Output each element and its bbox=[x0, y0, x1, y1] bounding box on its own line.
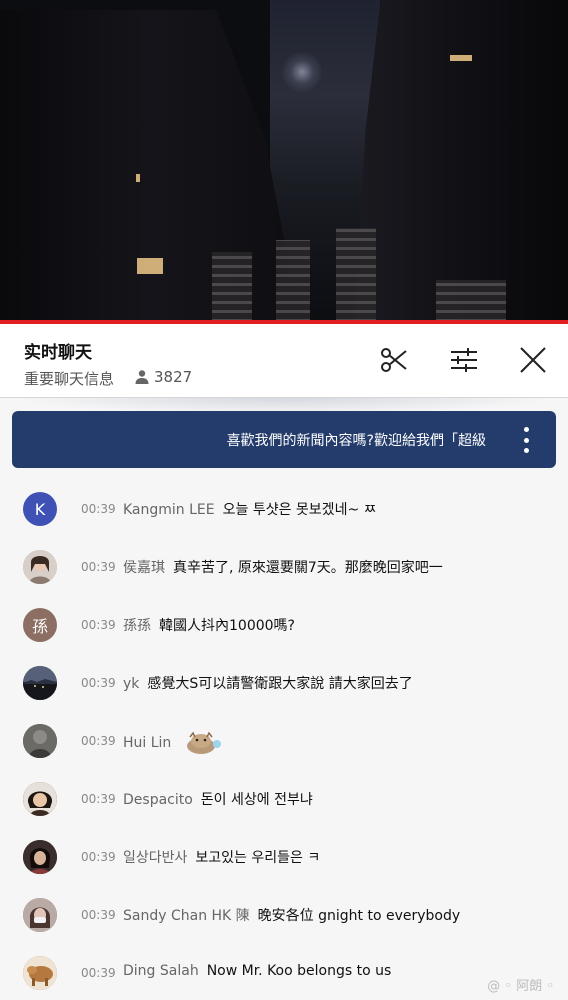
avatar[interactable] bbox=[23, 666, 57, 700]
chat-message: 00:39 Hui Lin bbox=[0, 724, 568, 782]
chat-settings-button[interactable] bbox=[448, 344, 480, 376]
message-time: 00:39 bbox=[81, 560, 116, 574]
message-author[interactable]: Despacito bbox=[123, 792, 193, 808]
message-author[interactable]: 孫孫 bbox=[123, 618, 151, 634]
viewer-count-value: 3827 bbox=[154, 368, 193, 386]
message-text: 晚安各位 gnight to everybody bbox=[257, 908, 461, 924]
avatar-photo bbox=[23, 898, 57, 932]
video-player[interactable] bbox=[0, 0, 568, 322]
message-author[interactable]: yk bbox=[123, 676, 139, 692]
chat-message: 00:39 侯嘉琪 真辛苦了, 原來還要關7天。那麼晚回家吧一 bbox=[0, 550, 568, 608]
message-text: 真辛苦了, 原來還要關7天。那麼晚回家吧一 bbox=[173, 560, 443, 576]
message-author[interactable]: Hui Lin bbox=[123, 735, 171, 751]
banner-text: 喜歡我們的新聞內容嗎?歡迎給我們「超級 bbox=[226, 433, 486, 449]
chat-message: 00:39 Ding Salah Now Mr. Koo belongs to u… bbox=[0, 956, 568, 1000]
message-line: Ding Salah Now Mr. Koo belongs to us bbox=[123, 963, 391, 979]
message-line: Kangmin LEE 오늘 투샷은 못보겠네~ ㅉ bbox=[123, 499, 377, 519]
chat-header: 实时聊天 重要聊天信息 3827 bbox=[0, 324, 568, 398]
video-lit-facade bbox=[276, 240, 310, 322]
sliders-icon bbox=[451, 348, 477, 372]
message-author[interactable]: 侯嘉琪 bbox=[123, 560, 165, 576]
video-window-light bbox=[137, 258, 163, 274]
close-chat-button[interactable] bbox=[517, 344, 549, 376]
viewer-count: 3827 bbox=[134, 368, 192, 386]
close-icon bbox=[520, 347, 546, 373]
avatar[interactable]: K bbox=[23, 492, 57, 526]
message-author[interactable]: Kangmin LEE bbox=[123, 502, 215, 518]
chat-message: 00:39 Sandy Chan HK 陳晚安各位 gnight to ever… bbox=[0, 898, 568, 956]
message-text: 보고있는 우리들은 ㅋ bbox=[195, 850, 321, 866]
message-time: 00:39 bbox=[81, 966, 116, 980]
message-time: 00:39 bbox=[81, 792, 116, 806]
message-author[interactable]: Sandy Chan HK 陳 bbox=[123, 908, 250, 924]
message-time: 00:39 bbox=[81, 502, 116, 516]
message-line: 孫孫 韓國人抖內10000嗎? bbox=[123, 615, 295, 635]
more-vertical-icon[interactable] bbox=[514, 427, 538, 453]
chat-message: 00:39 yk 感覺大S可以請警衛跟大家說 請大家回去了 bbox=[0, 666, 568, 724]
video-lit-facade bbox=[436, 280, 506, 322]
avatar-photo bbox=[23, 956, 57, 990]
video-building-left bbox=[0, 10, 300, 322]
message-text: 韓國人抖內10000嗎? bbox=[159, 618, 295, 634]
message-text: Now Mr. Koo belongs to us bbox=[206, 963, 392, 979]
avatar[interactable] bbox=[23, 782, 57, 816]
message-text: 오늘 투샷은 못보겠네~ ㅉ bbox=[222, 502, 377, 518]
avatar[interactable] bbox=[23, 898, 57, 932]
avatar[interactable] bbox=[23, 724, 57, 758]
message-time: 00:39 bbox=[81, 618, 116, 632]
avatar-photo bbox=[23, 550, 57, 584]
message-line: Despacito 돈이 세상에 전부냐 bbox=[123, 789, 313, 809]
video-lit-facade bbox=[212, 252, 252, 322]
avatar-photo bbox=[23, 666, 57, 700]
message-line: Sandy Chan HK 陳晚安各位 gnight to everybody bbox=[123, 905, 460, 925]
message-time: 00:39 bbox=[81, 908, 116, 922]
chat-message: 00:39 일상다반사 보고있는 우리들은 ㅋ bbox=[0, 840, 568, 898]
avatar-initial: K bbox=[34, 499, 46, 519]
message-time: 00:39 bbox=[81, 676, 116, 690]
chat-mode-selector[interactable]: 重要聊天信息 bbox=[24, 368, 114, 389]
chat-title: 实时聊天 bbox=[24, 343, 92, 363]
avatar[interactable]: 孫 bbox=[23, 608, 57, 642]
chat-message: 00:39 Despacito 돈이 세상에 전부냐 bbox=[0, 782, 568, 840]
message-line: 侯嘉琪 真辛苦了, 原來還要關7天。那麼晚回家吧一 bbox=[123, 557, 443, 577]
video-lit-facade bbox=[336, 228, 376, 322]
message-author[interactable]: Ding Salah bbox=[123, 963, 199, 979]
message-time: 00:39 bbox=[81, 734, 116, 748]
avatar[interactable] bbox=[23, 956, 57, 990]
video-window-light bbox=[450, 55, 472, 61]
message-time: 00:39 bbox=[81, 850, 116, 864]
watermark: @ ◦ 阿朗 ◦ bbox=[487, 979, 554, 994]
message-author[interactable]: 일상다반사 bbox=[123, 850, 187, 866]
video-building-right bbox=[355, 0, 568, 322]
avatar[interactable] bbox=[23, 840, 57, 874]
message-line: Hui Lin bbox=[123, 731, 222, 755]
sticker-icon bbox=[186, 731, 221, 754]
scissors-icon bbox=[381, 348, 407, 372]
chat-message: K 00:39 Kangmin LEE 오늘 투샷은 못보겠네~ ㅉ bbox=[0, 492, 568, 550]
message-line: 일상다반사 보고있는 우리들은 ㅋ bbox=[123, 847, 320, 867]
video-window-light bbox=[136, 174, 140, 182]
person-icon bbox=[135, 370, 149, 384]
avatar-initial: 孫 bbox=[31, 617, 48, 636]
video-moon-glow bbox=[282, 52, 322, 92]
chat-message: 孫 00:39 孫孫 韓國人抖內10000嗎? bbox=[0, 608, 568, 666]
message-line: yk 感覺大S可以請警衛跟大家說 請大家回去了 bbox=[123, 673, 413, 693]
avatar-photo bbox=[23, 724, 57, 758]
scissors-button[interactable] bbox=[378, 344, 410, 376]
avatar[interactable] bbox=[23, 550, 57, 584]
pinned-banner[interactable]: 喜歡我們的新聞內容嗎?歡迎給我們「超級 bbox=[12, 411, 556, 468]
app-screen: 实时聊天 重要聊天信息 3827 喜歡我們的新聞內容嗎?歡迎給我們「超級 K 0… bbox=[0, 0, 568, 1000]
avatar-photo bbox=[23, 840, 57, 874]
message-text: 感覺大S可以請警衛跟大家說 請大家回去了 bbox=[147, 676, 413, 692]
message-text: 돈이 세상에 전부냐 bbox=[200, 792, 313, 808]
avatar-photo bbox=[23, 782, 57, 816]
